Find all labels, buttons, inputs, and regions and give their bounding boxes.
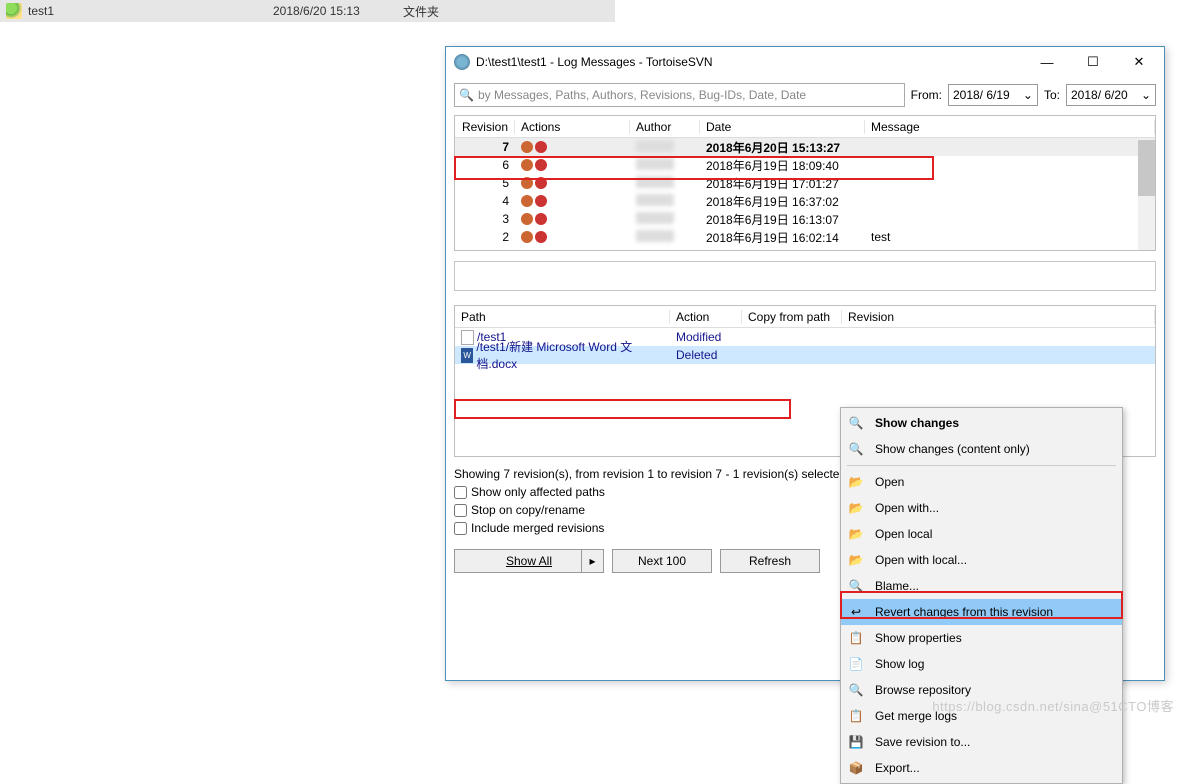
- word-icon: W: [461, 348, 473, 363]
- revision-row[interactable]: 4 2018年6月19日 16:37:02: [455, 192, 1155, 210]
- search-icon: 🔍: [459, 88, 474, 102]
- refresh-button[interactable]: Refresh: [720, 549, 820, 573]
- deleted-icon: [535, 159, 547, 171]
- explorer-row[interactable]: test1 2018/6/20 15:13 文件夹: [0, 0, 615, 22]
- folder-icon: [6, 3, 22, 19]
- menu-item[interactable]: 📂Open: [841, 469, 1122, 495]
- col-revision-p[interactable]: Revision: [842, 310, 1155, 324]
- revision-row[interactable]: 6 2018年6月19日 18:09:40: [455, 156, 1155, 174]
- deleted-icon: [535, 177, 547, 189]
- app-icon: [454, 54, 470, 70]
- menu-item[interactable]: 🔍Show changes (content only): [841, 436, 1122, 462]
- revision-table: Revision Actions Author Date Message 7 2…: [454, 115, 1156, 251]
- menu-item[interactable]: 📋Show properties: [841, 625, 1122, 651]
- menu-item[interactable]: ↩Revert changes from this revision: [841, 599, 1122, 625]
- menu-icon: 📦: [847, 759, 865, 777]
- watermark: https://blog.csdn.net/sina@51CTO博客: [932, 696, 1174, 715]
- modified-icon: [521, 213, 533, 225]
- deleted-icon: [535, 195, 547, 207]
- deleted-icon: [535, 213, 547, 225]
- from-label: From:: [911, 88, 942, 102]
- menu-icon: 💾: [847, 733, 865, 751]
- menu-icon: 🔍: [847, 414, 865, 432]
- revision-row[interactable]: 5 2018年6月19日 17:01:27: [455, 174, 1155, 192]
- revision-row[interactable]: 2 2018年6月19日 16:02:14 test: [455, 228, 1155, 246]
- menu-item[interactable]: 📦Export...: [841, 755, 1122, 781]
- menu-icon: 📋: [847, 707, 865, 725]
- col-action[interactable]: Action: [670, 310, 742, 324]
- path-row[interactable]: W/test1/新建 Microsoft Word 文档.docxDeleted: [455, 346, 1155, 364]
- menu-icon: 📂: [847, 473, 865, 491]
- dialog-title: D:\test1\test1 - Log Messages - Tortoise…: [476, 55, 1024, 69]
- commit-message-box[interactable]: [454, 261, 1156, 291]
- revision-header[interactable]: Revision Actions Author Date Message: [455, 116, 1155, 138]
- menu-item[interactable]: 🔍Blame...: [841, 573, 1122, 599]
- menu-icon: ↩: [847, 603, 865, 621]
- menu-separator: [847, 465, 1116, 466]
- deleted-icon: [535, 231, 547, 243]
- revision-row[interactable]: 7 2018年6月20日 15:13:27: [455, 138, 1155, 156]
- to-date-dropdown[interactable]: 2018/ 6/20⌄: [1066, 84, 1156, 106]
- col-copy[interactable]: Copy from path: [742, 310, 842, 324]
- menu-item[interactable]: 🔍Show changes: [841, 410, 1122, 436]
- col-date[interactable]: Date: [700, 120, 865, 134]
- col-path[interactable]: Path: [455, 310, 670, 324]
- deleted-icon: [535, 141, 547, 153]
- author-blur: [636, 176, 674, 188]
- show-all-button[interactable]: Show All▸: [454, 549, 604, 573]
- path-header[interactable]: Path Action Copy from path Revision: [455, 306, 1155, 328]
- menu-icon: 🔍: [847, 681, 865, 699]
- menu-icon: 📂: [847, 499, 865, 517]
- author-blur: [636, 194, 674, 206]
- menu-item[interactable]: 💾Save revision to...: [841, 729, 1122, 755]
- minimize-button[interactable]: —: [1024, 48, 1070, 77]
- modified-icon: [521, 141, 533, 153]
- author-blur: [636, 140, 674, 152]
- col-message[interactable]: Message: [865, 120, 1155, 134]
- menu-icon: 📋: [847, 629, 865, 647]
- author-blur: [636, 158, 674, 170]
- modified-icon: [521, 177, 533, 189]
- file-name: test1: [28, 4, 273, 18]
- menu-item[interactable]: 📄Show log: [841, 651, 1122, 677]
- col-actions[interactable]: Actions: [515, 120, 630, 134]
- menu-icon: 🔍: [847, 577, 865, 595]
- from-date-dropdown[interactable]: 2018/ 6/19⌄: [948, 84, 1038, 106]
- menu-item[interactable]: 📂Open with...: [841, 495, 1122, 521]
- titlebar[interactable]: D:\test1\test1 - Log Messages - Tortoise…: [446, 47, 1164, 77]
- chevron-down-icon: ⌄: [1023, 88, 1033, 102]
- menu-icon: 📂: [847, 551, 865, 569]
- search-placeholder: by Messages, Paths, Authors, Revisions, …: [478, 88, 806, 102]
- search-input[interactable]: 🔍 by Messages, Paths, Authors, Revisions…: [454, 83, 905, 107]
- menu-icon: 📂: [847, 525, 865, 543]
- menu-icon: 🔍: [847, 440, 865, 458]
- col-author[interactable]: Author: [630, 120, 700, 134]
- file-type: 文件夹: [403, 3, 439, 20]
- to-label: To:: [1044, 88, 1060, 102]
- col-revision[interactable]: Revision: [455, 120, 515, 134]
- author-blur: [636, 230, 674, 242]
- close-button[interactable]: ✕: [1116, 48, 1162, 77]
- modified-icon: [521, 231, 533, 243]
- revision-row[interactable]: 3 2018年6月19日 16:13:07: [455, 210, 1155, 228]
- context-menu: 🔍Show changes🔍Show changes (content only…: [840, 407, 1123, 784]
- scrollbar[interactable]: [1138, 138, 1155, 250]
- next-100-button[interactable]: Next 100: [612, 549, 712, 573]
- author-blur: [636, 212, 674, 224]
- menu-icon: 📄: [847, 655, 865, 673]
- menu-item[interactable]: 📂Open local: [841, 521, 1122, 547]
- dropdown-arrow-icon[interactable]: ▸: [581, 550, 603, 572]
- file-date: 2018/6/20 15:13: [273, 4, 403, 18]
- modified-icon: [521, 159, 533, 171]
- modified-icon: [521, 195, 533, 207]
- maximize-button[interactable]: ☐: [1070, 48, 1116, 77]
- menu-item[interactable]: 📂Open with local...: [841, 547, 1122, 573]
- chevron-down-icon: ⌄: [1141, 88, 1151, 102]
